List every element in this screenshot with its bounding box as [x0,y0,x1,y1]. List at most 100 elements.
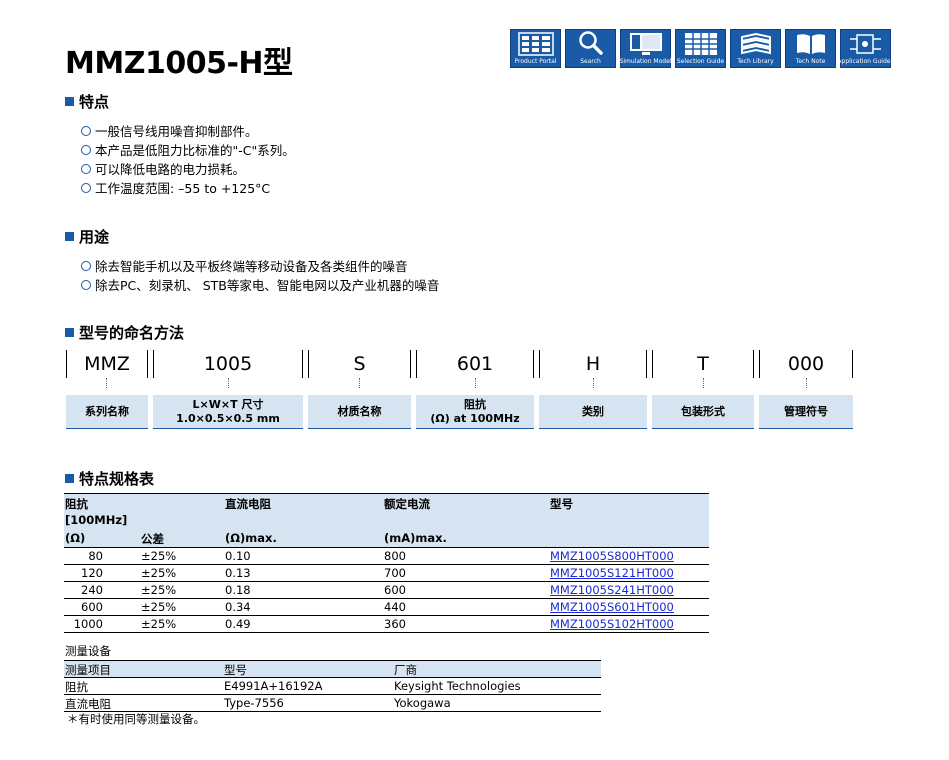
part-number-link[interactable]: MMZ1005S241HT000 [550,583,674,597]
selection-guide-icon [684,33,717,55]
table-row: 直流电阻 Type-7556 Yokogawa [64,695,601,712]
connector-line [593,378,596,388]
caption-series: 系列名称 [66,395,148,429]
header-current-unit: (mA)max. [384,531,447,545]
table-row: 600 ±25% 0.34 440 MMZ1005S601HT000 [64,599,709,616]
application-item: 除去智能手机以及平板终端等移动设备及各类组件的噪音 [81,256,408,275]
measurement-table-header: 测量项目 型号 厂商 [64,660,601,678]
table-row: 阻抗 E4991A+16192A Keysight Technologies [64,678,601,695]
part-number-link[interactable]: MMZ1005S102HT000 [550,617,674,631]
current-cell: 360 [384,617,406,631]
search-button[interactable]: Search [565,29,616,68]
current-cell: 700 [384,566,406,580]
impedance-cell: 120 [81,566,103,580]
caption-impedance: 阻抗 (Ω) at 100MHz [416,395,534,429]
spec-heading: 特点规格表 [65,468,154,489]
caption-size: L×W×T 尺寸 1.0×0.5×0.5 mm [153,395,303,429]
code-internal: 000 [759,350,853,378]
measurement-model: Type-7556 [224,696,284,710]
section-square-icon [65,232,74,241]
measurement-item: 直流电阻 [65,697,111,711]
circle-bullet-icon [81,144,91,155]
selection-guide-label: Selection Guide [676,58,725,65]
tolerance-cell: ±25% [141,583,177,597]
measurement-note: ＊有时使用同等测量设备。 [67,712,205,726]
tolerance-cell: ±25% [141,566,177,580]
tech-library-button[interactable]: Tech Library [730,29,781,68]
application-guides-label: Application Guides [837,58,894,65]
measurement-heading: 测量设备 [65,644,111,658]
section-square-icon [65,328,74,337]
code-category: H [539,350,647,378]
tech-note-button[interactable]: Tech Note [785,29,836,68]
application-item: 除去PC、刻录机、 STB等家电、智能电网以及产业机器的噪音 [81,275,439,294]
measurement-maker: Keysight Technologies [394,679,521,693]
header-impedance: 阻抗 [65,497,88,511]
header-impedance-freq: [100MHz] [65,513,128,527]
table-row: 120 ±25% 0.13 700 MMZ1005S121HT000 [64,565,709,582]
product-portal-button[interactable]: Product Portal [510,29,561,68]
circle-bullet-icon [81,182,91,193]
naming-heading: 型号的命名方法 [65,322,184,343]
header-maker: 厂商 [394,663,417,677]
code-impedance: 601 [416,350,534,378]
impedance-cell: 1000 [73,617,103,631]
header-model: 型号 [224,663,247,677]
tolerance-cell: ±25% [141,600,177,614]
selection-guide-button[interactable]: Selection Guide [675,29,726,68]
header-item: 测量项目 [65,663,111,677]
feature-item: 一般信号线用噪音抑制部件。 [81,121,258,140]
caption-category: 类别 [539,395,647,429]
section-square-icon [65,97,74,106]
simulation-model-button[interactable]: Simulation Model [620,29,671,68]
header-dcr-unit: (Ω)max. [225,531,277,545]
measurement-model: E4991A+16192A [224,679,323,693]
application-guides-button[interactable]: Application Guides [837,29,894,68]
caption-internal: 管理符号 [759,395,853,429]
dcr-cell: 0.34 [225,600,251,614]
tech-library-label: Tech Library [737,58,774,65]
toolbar: Product Portal Search Simulation Model S… [510,29,894,68]
header-part: 型号 [550,497,573,511]
spec-table-header: 阻抗 [100MHz] (Ω) 公差 直流电阻 (Ω)max. 额定电流 (mA… [64,493,709,548]
feature-item: 可以降低电路的电力损耗。 [81,159,245,178]
header-dcr: 直流电阻 [225,497,271,511]
impedance-cell: 240 [81,583,103,597]
table-row: 240 ±25% 0.18 600 MMZ1005S241HT000 [64,582,709,599]
tolerance-cell: ±25% [141,617,177,631]
connector-line [806,378,809,388]
tech-note-label: Tech Note [795,58,826,65]
spec-table: 阻抗 [100MHz] (Ω) 公差 直流电阻 (Ω)max. 额定电流 (mA… [64,493,709,633]
connector-line [359,378,362,388]
dcr-cell: 0.18 [225,583,251,597]
code-size: 1005 [153,350,303,378]
part-number-link[interactable]: MMZ1005S121HT000 [550,566,674,580]
circle-bullet-icon [81,125,91,136]
header-current: 额定电流 [384,497,430,511]
connector-line [703,378,706,388]
code-material: S [308,350,411,378]
connector-line [106,378,109,388]
header-impedance-unit: (Ω) [65,531,86,545]
measurement-table: 测量项目 型号 厂商 阻抗 E4991A+16192A Keysight Tec… [64,660,601,712]
feature-item: 本产品是低阻力比标准的"-C"系列。 [81,140,295,159]
part-cell: MMZ1005S601HT000 [550,600,674,614]
tolerance-cell: ±25% [141,549,177,563]
circle-bullet-icon [81,260,91,271]
code-series: MMZ [66,350,148,378]
connector-line [475,378,478,388]
header-tolerance: 公差 [141,532,164,546]
caption-packaging: 包装形式 [652,395,754,429]
connector-line [228,378,231,388]
circle-bullet-icon [81,279,91,290]
product-portal-label: Product Portal [514,58,557,65]
applications-heading: 用途 [65,226,109,247]
part-number-link[interactable]: MMZ1005S800HT000 [550,549,674,563]
features-heading: 特点 [65,91,109,112]
tech-library-icon [740,32,771,55]
part-number-link[interactable]: MMZ1005S601HT000 [550,600,674,614]
current-cell: 600 [384,583,406,597]
dcr-cell: 0.49 [225,617,251,631]
part-cell: MMZ1005S800HT000 [550,549,674,563]
impedance-cell: 600 [81,600,103,614]
